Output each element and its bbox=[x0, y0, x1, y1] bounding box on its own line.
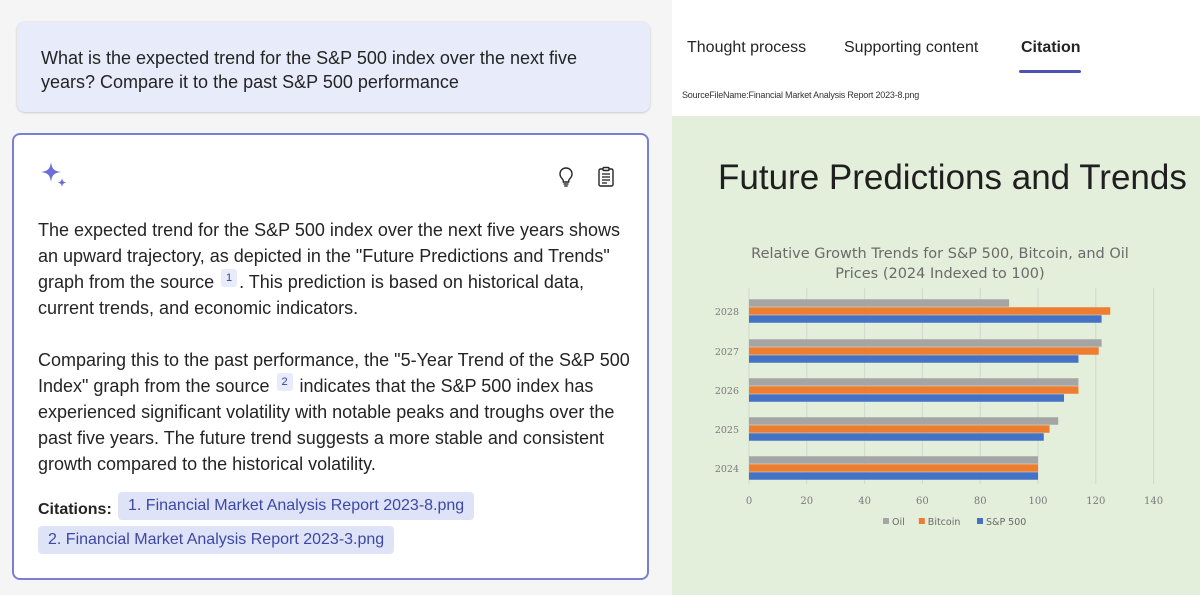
bar-oil-2026 bbox=[749, 378, 1079, 386]
y-tick-label: 2028 bbox=[715, 307, 739, 318]
user-question-bubble: What is the expected trend for the S&P 5… bbox=[17, 22, 650, 112]
active-tab-indicator bbox=[1019, 70, 1081, 73]
answer-card: The expected trend for the S&P 500 index… bbox=[12, 133, 649, 580]
tab-citation[interactable]: Citation bbox=[1021, 38, 1081, 58]
bar-bitcoin-2024 bbox=[749, 464, 1038, 472]
bar-bitcoin-2027 bbox=[749, 347, 1099, 355]
bar-s-p-500-2025 bbox=[749, 433, 1044, 441]
citation-ref-2[interactable]: 2 bbox=[276, 373, 293, 391]
citation-link-1[interactable]: 1. Financial Market Analysis Report 2023… bbox=[118, 492, 475, 520]
sparkle-icon bbox=[41, 162, 67, 187]
y-tick-label: 2026 bbox=[715, 386, 739, 397]
clipboard-icon[interactable] bbox=[594, 165, 618, 189]
legend-label: Oil bbox=[892, 517, 905, 528]
x-tick-label: 100 bbox=[1028, 496, 1047, 507]
chat-pane: What is the expected trend for the S&P 5… bbox=[0, 0, 664, 595]
x-tick-label: 60 bbox=[916, 496, 929, 507]
bar-s-p-500-2028 bbox=[749, 315, 1102, 323]
bar-bitcoin-2028 bbox=[749, 307, 1111, 315]
y-tick-label: 2027 bbox=[715, 347, 739, 358]
x-tick-label: 140 bbox=[1144, 496, 1163, 507]
x-tick-label: 0 bbox=[746, 496, 752, 507]
legend-swatch bbox=[918, 518, 925, 524]
bar-oil-2028 bbox=[749, 299, 1010, 307]
y-tick-label: 2025 bbox=[715, 425, 739, 436]
x-tick-label: 80 bbox=[974, 496, 987, 507]
y-tick-label: 2024 bbox=[715, 464, 739, 475]
bar-s-p-500-2024 bbox=[749, 472, 1038, 480]
user-question-text: What is the expected trend for the S&P 5… bbox=[41, 48, 577, 92]
citations-label: Citations: bbox=[38, 501, 112, 518]
analysis-panel: Thought process Supporting content Citat… bbox=[672, 0, 1200, 595]
answer-text: The expected trend for the S&P 500 index… bbox=[38, 217, 630, 477]
bar-oil-2025 bbox=[749, 417, 1059, 425]
lightbulb-icon[interactable] bbox=[554, 165, 578, 189]
tab-thought-process[interactable]: Thought process bbox=[687, 38, 806, 58]
citation-image: Future Predictions and Trends Relative G… bbox=[672, 116, 1200, 595]
x-tick-label: 20 bbox=[800, 496, 813, 507]
source-filename: SourceFileName:Financial Market Analysis… bbox=[682, 90, 920, 100]
bar-oil-2024 bbox=[749, 456, 1038, 464]
legend-swatch bbox=[977, 518, 983, 524]
growth-chart: Relative Growth Trends for S&P 500, Bitc… bbox=[715, 246, 1163, 528]
legend-label: S&P 500 bbox=[986, 517, 1026, 528]
bar-s-p-500-2027 bbox=[749, 355, 1079, 363]
bar-s-p-500-2026 bbox=[749, 394, 1065, 402]
tab-supporting-content[interactable]: Supporting content bbox=[844, 38, 978, 58]
answer-paragraph-2: Comparing this to the past performance, … bbox=[38, 347, 630, 477]
legend-swatch bbox=[883, 518, 889, 524]
bar-bitcoin-2026 bbox=[749, 386, 1079, 394]
citation-link-2[interactable]: 2. Financial Market Analysis Report 2023… bbox=[38, 526, 395, 554]
legend-label: Bitcoin bbox=[928, 517, 961, 528]
citation-ref-1[interactable]: 1 bbox=[221, 269, 238, 287]
bar-bitcoin-2025 bbox=[749, 425, 1050, 433]
x-tick-label: 40 bbox=[858, 496, 871, 507]
bar-oil-2027 bbox=[749, 339, 1102, 347]
chart-title-line: Prices (2024 Indexed to 100) bbox=[835, 266, 1044, 282]
x-tick-label: 120 bbox=[1086, 496, 1105, 507]
answer-paragraph-1: The expected trend for the S&P 500 index… bbox=[38, 217, 630, 321]
chart-title-line: Relative Growth Trends for S&P 500, Bitc… bbox=[751, 246, 1129, 262]
